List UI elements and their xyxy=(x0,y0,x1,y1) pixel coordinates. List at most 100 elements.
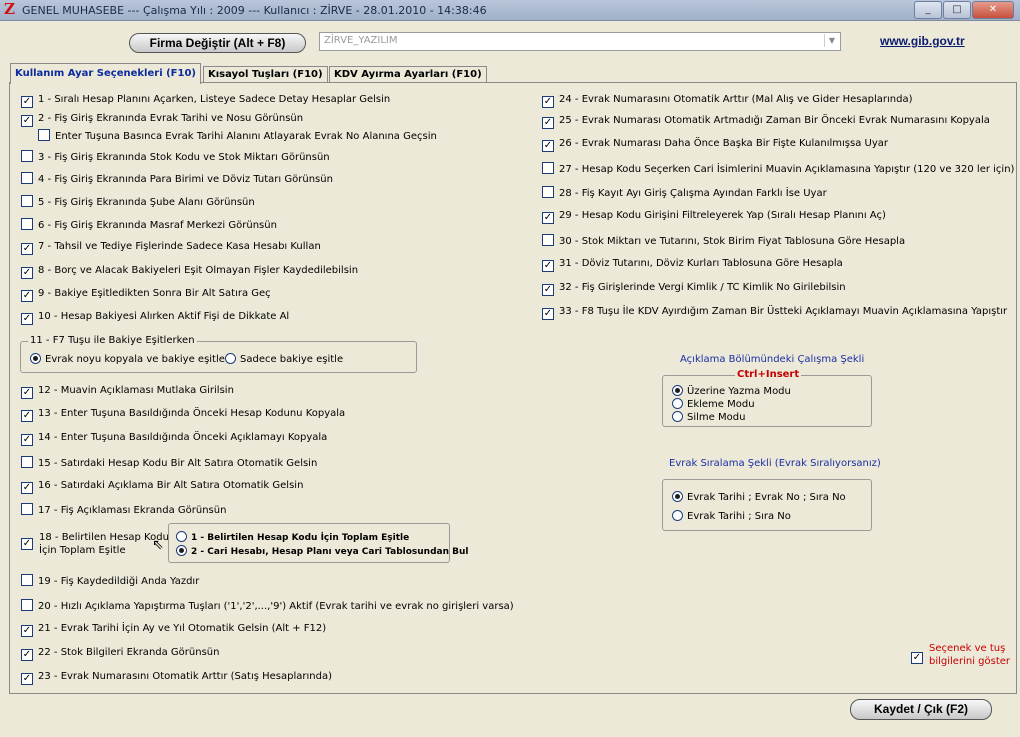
checkbox[interactable]: ✓ xyxy=(542,117,554,129)
option-28[interactable]: 28 - Fiş Kayıt Ayı Giriş Çalışma Ayından… xyxy=(542,186,827,200)
option-label: 16 - Satırdaki Açıklama Bir Alt Satıra O… xyxy=(38,480,304,491)
option-14[interactable]: ✓ 14 - Enter Tuşuna Basıldığında Önceki A… xyxy=(21,432,327,446)
checkbox[interactable]: ✓ xyxy=(21,410,33,422)
radio-button[interactable] xyxy=(672,398,683,409)
checkbox[interactable] xyxy=(21,195,33,207)
checkbox[interactable] xyxy=(21,599,33,611)
option-20[interactable]: 20 - Hızlı Açıklama Yapıştırma Tuşları (… xyxy=(21,599,514,613)
option-12[interactable]: ✓ 12 - Muavin Açıklaması Mutlaka Girilsin xyxy=(21,385,234,399)
option-17[interactable]: 17 - Fiş Açıklaması Ekranda Görünsün xyxy=(21,503,226,517)
checkbox[interactable]: ✓ xyxy=(21,673,33,685)
checkbox[interactable] xyxy=(21,574,33,586)
radio-button[interactable] xyxy=(672,510,683,521)
checkbox[interactable]: ✓ xyxy=(21,625,33,637)
option-23[interactable]: ✓ 23 - Evrak Numarasını Otomatik Arttır (… xyxy=(21,671,332,685)
tab-kdv-settings[interactable]: KDV Ayırma Ayarları (F10) xyxy=(329,66,487,83)
option-6[interactable]: 6 - Fiş Giriş Ekranında Masraf Merkezi G… xyxy=(21,218,277,232)
tab-usage-settings[interactable]: Kullanım Ayar Seçenekleri (F10) xyxy=(10,63,201,84)
option-19[interactable]: 19 - Fiş Kaydedildiği Anda Yazdır xyxy=(21,574,199,588)
checkbox[interactable] xyxy=(21,172,33,184)
f7-option-balance-only[interactable]: Sadece bakiye eşitle xyxy=(225,353,343,366)
radio-button[interactable] xyxy=(225,353,236,364)
option-5[interactable]: 5 - Fiş Giriş Ekranında Şube Alanı Görün… xyxy=(21,195,255,209)
aciklama-insert-mode[interactable]: Ekleme Modu xyxy=(672,398,755,411)
option-27[interactable]: 27 - Hesap Kodu Seçerken Cari İsimlerini… xyxy=(542,162,1014,176)
checkbox[interactable] xyxy=(542,162,554,174)
option-2-sub[interactable]: Enter Tuşuna Basınca Evrak Tarihi Alanın… xyxy=(38,129,437,143)
tab-shortcut-keys[interactable]: Kısayol Tuşları (F10) xyxy=(203,66,328,83)
gib-link[interactable]: www.gib.gov.tr xyxy=(880,34,965,48)
option-32[interactable]: ✓ 32 - Fiş Girişlerinde Vergi Kimlik / TC… xyxy=(542,282,846,296)
checkbox[interactable]: ✓ xyxy=(21,313,33,325)
siralama-option-1[interactable]: Evrak Tarihi ; Evrak No ; Sıra No xyxy=(672,491,846,504)
checkbox[interactable]: ✓ xyxy=(542,308,554,320)
checkbox[interactable]: ✓ xyxy=(21,649,33,661)
option-33[interactable]: ✓ 33 - F8 Tuşu İle KDV Ayırdığım Zaman Bi… xyxy=(542,306,1007,320)
checkbox[interactable]: ✓ xyxy=(542,260,554,272)
option-4[interactable]: 4 - Fiş Giriş Ekranında Para Birimi ve D… xyxy=(21,172,333,186)
siralama-option-2[interactable]: Evrak Tarihi ; Sıra No xyxy=(672,510,791,523)
option-22[interactable]: ✓ 22 - Stok Bilgileri Ekranda Görünsün xyxy=(21,647,219,661)
checkbox[interactable]: ✓ xyxy=(542,284,554,296)
option-18-radio-1[interactable]: 1 - Belirtilen Hesap Kodu İçin Toplam Eş… xyxy=(176,531,409,544)
option-16[interactable]: ✓ 16 - Satırdaki Açıklama Bir Alt Satıra … xyxy=(21,480,303,494)
option-label: 4 - Fiş Giriş Ekranında Para Birimi ve D… xyxy=(38,174,333,185)
company-select[interactable]: ZİRVE_YAZILIM ▼ xyxy=(319,32,841,51)
checkbox[interactable] xyxy=(21,150,33,162)
option-13[interactable]: ✓ 13 - Enter Tuşuna Basıldığında Önceki H… xyxy=(21,408,345,422)
option-18[interactable]: ✓ xyxy=(21,536,38,550)
option-9[interactable]: ✓ 9 - Bakiye Eşitledikten Sonra Bir Alt S… xyxy=(21,288,271,302)
option-label: 7 - Tahsil ve Tediye Fişlerinde Sadece K… xyxy=(38,241,321,252)
radio-button[interactable] xyxy=(672,411,683,422)
option-21[interactable]: ✓ 21 - Evrak Tarihi İçin Ay ve Yıl Otomat… xyxy=(21,623,326,637)
option-29[interactable]: ✓ 29 - Hesap Kodu Girişini Filtreleyerek … xyxy=(542,210,886,224)
radio-button[interactable] xyxy=(672,385,683,396)
option-24[interactable]: ✓ 24 - Evrak Numarasını Otomatik Arttır (… xyxy=(542,94,913,108)
checkbox[interactable]: ✓ xyxy=(21,538,33,550)
checkbox[interactable] xyxy=(21,503,33,515)
radio-button[interactable] xyxy=(176,531,187,542)
radio-button[interactable] xyxy=(30,353,41,364)
maximize-button[interactable]: □ xyxy=(943,1,971,19)
checkbox[interactable]: ✓ xyxy=(21,434,33,446)
checkbox[interactable]: ✓ xyxy=(21,290,33,302)
checkbox[interactable] xyxy=(542,234,554,246)
show-info-checkbox[interactable]: ✓ xyxy=(911,650,928,664)
option-3[interactable]: 3 - Fiş Giriş Ekranında Stok Kodu ve Sto… xyxy=(21,150,330,164)
checkbox[interactable]: ✓ xyxy=(21,96,33,108)
chevron-down-icon[interactable]: ▼ xyxy=(824,34,839,47)
change-company-button[interactable]: Firma Değiştir (Alt + F8) xyxy=(129,33,306,53)
save-exit-button[interactable]: Kaydet / Çık (F2) xyxy=(850,699,992,720)
option-15[interactable]: 15 - Satırdaki Hesap Kodu Bir Alt Satıra… xyxy=(21,456,317,470)
minimize-button[interactable]: _ xyxy=(914,1,942,19)
checkbox[interactable]: ✓ xyxy=(21,243,33,255)
option-30[interactable]: 30 - Stok Miktarı ve Tutarını, Stok Biri… xyxy=(542,234,905,248)
option-7[interactable]: ✓ 7 - Tahsil ve Tediye Fişlerinde Sadece … xyxy=(21,241,321,255)
f7-option-copy[interactable]: Evrak noyu kopyala ve bakiye eşitle xyxy=(30,353,225,366)
option-2[interactable]: ✓ 2 - Fiş Giriş Ekranında Evrak Tarihi ve… xyxy=(21,113,303,127)
aciklama-delete-mode[interactable]: Silme Modu xyxy=(672,411,745,424)
option-26[interactable]: ✓ 26 - Evrak Numarası Daha Önce Başka Bir… xyxy=(542,138,888,152)
checkbox[interactable]: ✓ xyxy=(21,267,33,279)
checkbox[interactable]: ✓ xyxy=(21,387,33,399)
option-10[interactable]: ✓ 10 - Hesap Bakiyesi Alırken Aktif Fişi … xyxy=(21,311,289,325)
option-31[interactable]: ✓ 31 - Döviz Tutarını, Döviz Kurları Tabl… xyxy=(542,258,843,272)
radio-button[interactable] xyxy=(176,545,187,556)
option-8[interactable]: ✓ 8 - Borç ve Alacak Bakiyeleri Eşit Olma… xyxy=(21,265,358,279)
checkbox[interactable] xyxy=(21,456,33,468)
close-button[interactable]: ✕ xyxy=(972,1,1014,19)
checkbox[interactable]: ✓ xyxy=(911,652,923,664)
checkbox[interactable]: ✓ xyxy=(542,96,554,108)
radio-button[interactable] xyxy=(672,491,683,502)
checkbox[interactable] xyxy=(38,129,50,141)
checkbox[interactable] xyxy=(542,186,554,198)
aciklama-overwrite-mode[interactable]: Üzerine Yazma Modu xyxy=(672,385,791,398)
checkbox[interactable]: ✓ xyxy=(21,115,33,127)
checkbox[interactable]: ✓ xyxy=(542,212,554,224)
option-1[interactable]: ✓ 1 - Sıralı Hesap Planını Açarken, Liste… xyxy=(21,94,390,108)
checkbox[interactable]: ✓ xyxy=(21,482,33,494)
checkbox[interactable]: ✓ xyxy=(542,140,554,152)
option-18-radio-2[interactable]: 2 - Cari Hesabı, Hesap Planı veya Cari T… xyxy=(176,545,469,558)
checkbox[interactable] xyxy=(21,218,33,230)
option-25[interactable]: ✓ 25 - Evrak Numarası Otomatik Artmadığı … xyxy=(542,115,990,129)
